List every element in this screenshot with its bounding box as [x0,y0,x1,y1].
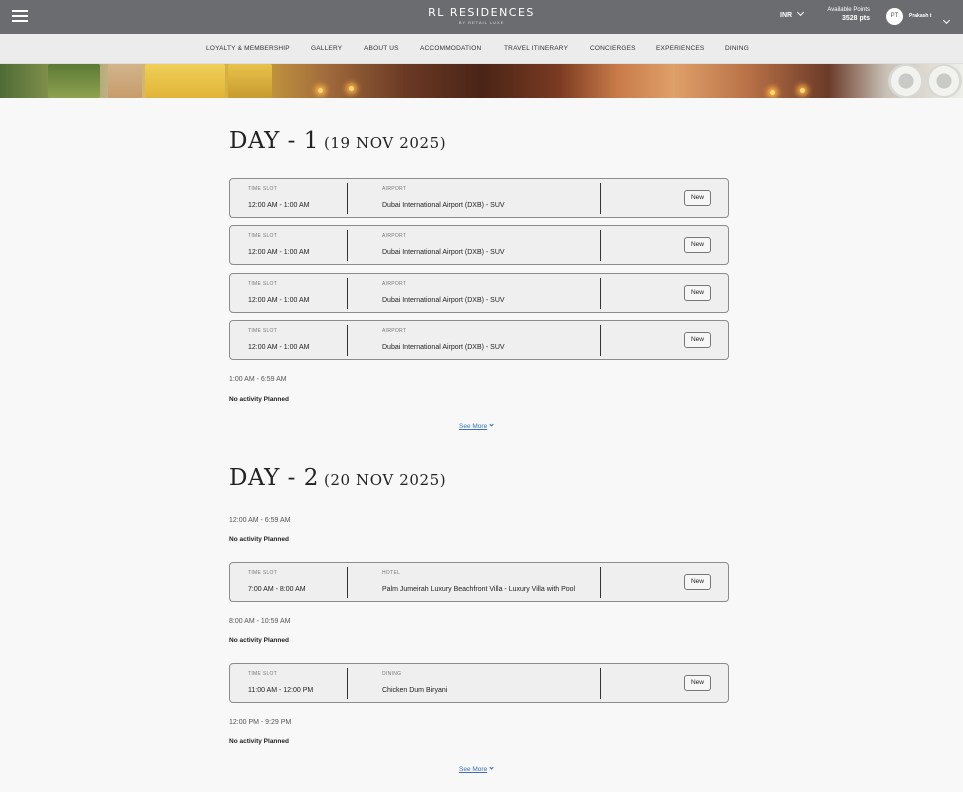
new-badge[interactable]: New [684,285,711,301]
time-slot-label: TIME SLOT [248,233,278,239]
new-badge[interactable]: New [684,237,711,253]
time-slot-value: 11:00 AM - 12:00 PM [248,687,314,694]
banner-candle [48,64,100,98]
itinerary-card[interactable]: TIME SLOT 7:00 AM - 8:00 AM HOTEL Palm J… [229,562,729,602]
category-label: AIRPORT [382,281,407,287]
gap-time: 12:00 AM - 6:59 AM [229,517,291,524]
hero-banner [0,64,963,98]
itinerary-card[interactable]: TIME SLOT 11:00 AM - 12:00 PM DINING Chi… [229,663,729,703]
place-value: Dubai International Airport (DXB) - SUV [382,297,505,304]
time-slot-value: 7:00 AM - 8:00 AM [248,586,306,593]
nav-item-concierges[interactable]: CONCIERGES [590,45,636,52]
place-value: Dubai International Airport (DXB) - SUV [382,202,505,209]
see-more-link[interactable]: See More [459,422,494,430]
category-label: HOTEL [382,570,401,576]
new-badge[interactable]: New [684,332,711,348]
day-date: (19 NOV 2025) [323,134,447,152]
time-slot-value: 12:00 AM - 1:00 AM [248,297,310,304]
top-header: RL RESIDENCES BY RETAIL LUXE INR Availab… [0,0,963,34]
points-display: Available Points 3528 pts [815,7,870,22]
time-slot-label: TIME SLOT [248,671,278,677]
user-menu-toggle[interactable] [938,12,951,30]
banner-towel [926,64,962,98]
place-value: Dubai International Airport (DXB) - SUV [382,344,505,351]
banner-candle-glow [349,86,354,91]
day-title: DAY - 1 [229,128,319,154]
new-badge[interactable]: New [684,675,711,691]
username[interactable]: Prakash t [909,13,932,19]
itinerary-card[interactable]: TIME SLOT 12:00 AM - 1:00 AM AIRPORT Dub… [229,273,729,313]
banner-candle-glow [800,88,805,93]
banner-candle [145,64,225,98]
divider [600,567,601,598]
gap-time: 8:00 AM - 10:59 AM [229,618,291,625]
day-heading: DAY - 1 (19 NOV 2025) [229,128,446,154]
nav-item-travel-itinerary[interactable]: TRAVEL ITINERARY [504,45,568,52]
time-slot-value: 12:00 AM - 1:00 AM [248,202,310,209]
nav-item-accommodation[interactable]: ACCOMMODATION [420,45,481,52]
time-slot-label: TIME SLOT [248,186,278,192]
banner-candle [108,64,142,98]
divider [600,668,601,699]
no-activity-note: No activity Planned [229,396,289,403]
day-title: DAY - 2 [229,465,319,491]
chevron-down-icon [489,765,494,770]
nav-item-gallery[interactable]: GALLERY [311,45,342,52]
banner-candle-glow [318,88,323,93]
day-heading: DAY - 2 (20 NOV 2025) [229,465,446,491]
time-slot-label: TIME SLOT [248,328,278,334]
divider [347,668,348,699]
chevron-down-icon [942,16,951,25]
divider [347,567,348,598]
category-label: AIRPORT [382,328,407,334]
gap-time: 12:00 PM - 9:29 PM [229,719,292,726]
points-value: 3528 pts [841,15,870,22]
divider [347,325,348,356]
divider [600,278,601,309]
place-value: Palm Jumeirah Luxury Beachfront Villa - … [382,586,576,593]
banner-towel [888,64,924,98]
new-badge[interactable]: New [684,574,711,590]
no-activity-note: No activity Planned [229,536,289,543]
itinerary-card[interactable]: TIME SLOT 12:00 AM - 1:00 AM AIRPORT Dub… [229,320,729,360]
time-slot-label: TIME SLOT [248,281,278,287]
day-date: (20 NOV 2025) [323,471,447,489]
nav-item-about[interactable]: ABOUT US [364,45,399,52]
points-label: Available Points [827,7,870,13]
itinerary-card[interactable]: TIME SLOT 12:00 AM - 1:00 AM AIRPORT Dub… [229,178,729,218]
time-slot-value: 12:00 AM - 1:00 AM [248,249,310,256]
divider [347,230,348,261]
main-nav: LOYALTY & MEMBERSHIP GALLERY ABOUT US AC… [0,34,963,64]
time-slot-label: TIME SLOT [248,570,278,576]
category-label: AIRPORT [382,186,407,192]
no-activity-note: No activity Planned [229,637,289,644]
category-label: AIRPORT [382,233,407,239]
divider [600,230,601,261]
place-value: Dubai International Airport (DXB) - SUV [382,249,505,256]
no-activity-note: No activity Planned [229,738,289,745]
time-slot-value: 12:00 AM - 1:00 AM [248,344,310,351]
nav-item-experiences[interactable]: EXPERIENCES [656,45,704,52]
banner-candle [228,64,272,98]
divider [600,183,601,214]
itinerary-card[interactable]: TIME SLOT 12:00 AM - 1:00 AM AIRPORT Dub… [229,225,729,265]
new-badge[interactable]: New [684,190,711,206]
nav-item-dining[interactable]: DINING [725,45,749,52]
divider [347,183,348,214]
divider [347,278,348,309]
nav-item-loyalty[interactable]: LOYALTY & MEMBERSHIP [206,45,290,52]
avatar[interactable]: PT [886,8,903,25]
banner-candle-glow [770,90,775,95]
see-more-label: See More [459,423,488,430]
see-more-link[interactable]: See More [459,765,494,773]
divider [600,325,601,356]
see-more-label: See More [459,766,488,773]
currency-label: INR [780,12,793,19]
currency-selector[interactable]: INR [780,8,805,19]
place-value: Chicken Dum Biryani [382,687,448,694]
category-label: DINING [382,671,402,677]
gap-time: 1:00 AM - 6:59 AM [229,376,287,383]
chevron-down-icon [489,422,494,427]
